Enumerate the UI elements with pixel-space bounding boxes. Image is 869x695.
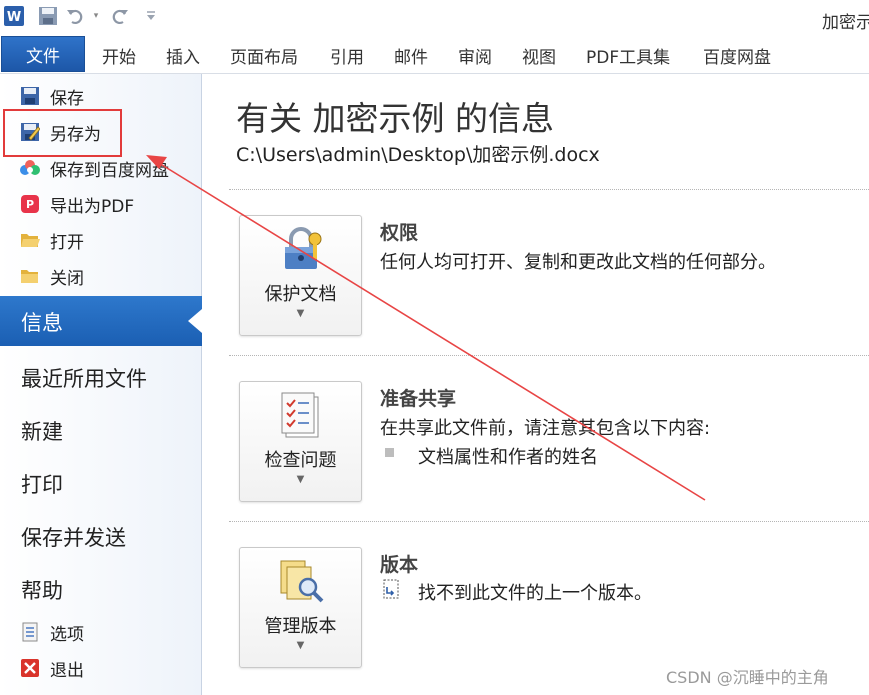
cmd-exit[interactable]: 退出	[18, 655, 84, 681]
file-path: C:\Users\admin\Desktop\加密示例.docx	[236, 144, 600, 166]
versions-description: 找不到此文件的上一个版本。	[418, 583, 652, 604]
pdf-icon: P	[18, 193, 42, 215]
prepare-sharing-title: 准备共享	[380, 388, 457, 410]
undo-dropdown-icon[interactable]: ▾	[90, 4, 102, 28]
exit-icon	[18, 657, 42, 679]
tab-file[interactable]: 文件	[1, 36, 85, 72]
manage-versions-icon	[276, 556, 326, 606]
tab-review[interactable]: 审阅	[458, 43, 492, 68]
nav-tab-save-send[interactable]: 保存并发送	[21, 522, 126, 552]
cmd-exit-label: 退出	[50, 660, 84, 681]
cmd-open-label: 打开	[50, 232, 84, 253]
chevron-down-icon: ▼	[296, 474, 305, 485]
nav-tab-print[interactable]: 打印	[21, 469, 63, 499]
tab-insert[interactable]: 插入	[166, 43, 200, 68]
selection-notch	[188, 309, 202, 333]
nav-tab-new[interactable]: 新建	[21, 416, 63, 446]
watermark: CSDN @沉睡中的主角	[666, 668, 829, 687]
undo-icon[interactable]	[64, 4, 86, 28]
bullet-square-icon	[385, 448, 394, 457]
cmd-save-to-baidu[interactable]: 保存到百度网盘	[18, 155, 169, 181]
title-bar: W ▾ 加密示	[0, 0, 869, 36]
ribbon-tab-bar: 文件 开始 插入 页面布局 引用 邮件 审阅 视图 PDF工具集 百度网盘	[0, 36, 869, 74]
permissions-description: 任何人均可打开、复制和更改此文档的任何部分。	[380, 252, 776, 273]
checklist-icon	[276, 390, 326, 440]
section-divider	[229, 355, 869, 356]
info-pane: 有关 加密示例 的信息 C:\Users\admin\Desktop\加密示例.…	[203, 74, 869, 695]
section-divider	[229, 521, 869, 522]
backstage-nav: 保存 另存为 保存到百度网盘 P 导出为PDF 打开 关闭 信息 最近所用文件 …	[0, 74, 202, 695]
cmd-save-label: 保存	[50, 88, 84, 109]
customize-toolbar-icon[interactable]	[140, 4, 162, 28]
check-for-issues-label: 检查问题	[264, 450, 337, 471]
cmd-open[interactable]: 打开	[18, 227, 84, 253]
permissions-title: 权限	[380, 222, 419, 244]
check-for-issues-button[interactable]: 检查问题 ▼	[239, 381, 362, 502]
manage-versions-label: 管理版本	[264, 616, 337, 637]
cmd-save-to-baidu-label: 保存到百度网盘	[50, 160, 169, 181]
cmd-close[interactable]: 关闭	[18, 263, 84, 289]
cmd-save[interactable]: 保存	[18, 83, 84, 109]
tab-page-layout[interactable]: 页面布局	[230, 43, 298, 68]
svg-text:P: P	[26, 198, 34, 211]
cmd-close-label: 关闭	[50, 268, 84, 289]
tab-view[interactable]: 视图	[522, 43, 556, 68]
cmd-export-pdf-label: 导出为PDF	[50, 196, 135, 217]
window-title: 加密示	[822, 13, 869, 33]
page-title: 有关 加密示例 的信息	[236, 99, 554, 138]
section-divider	[229, 189, 869, 190]
version-document-icon	[381, 579, 403, 601]
protect-document-label: 保护文档	[264, 284, 337, 305]
options-icon	[18, 621, 42, 643]
tab-mailings[interactable]: 邮件	[394, 43, 428, 68]
tab-references[interactable]: 引用	[330, 43, 364, 68]
word-logo-icon: W	[2, 4, 26, 28]
redo-icon[interactable]	[108, 4, 132, 28]
save-as-highlight-box	[3, 109, 122, 157]
tab-home[interactable]: 开始	[102, 43, 136, 68]
svg-text:W: W	[7, 10, 21, 25]
nav-tab-help[interactable]: 帮助	[21, 575, 63, 605]
chevron-down-icon: ▼	[296, 308, 305, 319]
quick-save-icon[interactable]	[36, 4, 60, 28]
prepare-sharing-description: 在共享此文件前，请注意其包含以下内容:	[380, 418, 711, 439]
lock-key-icon	[276, 224, 326, 274]
tab-pdf-tools[interactable]: PDF工具集	[586, 43, 670, 68]
cmd-options-label: 选项	[50, 624, 84, 645]
manage-versions-button[interactable]: 管理版本 ▼	[239, 547, 362, 668]
close-folder-icon	[18, 265, 42, 287]
cmd-options[interactable]: 选项	[18, 619, 84, 645]
nav-tab-info[interactable]: 信息	[0, 296, 202, 346]
chevron-down-icon: ▼	[296, 640, 305, 651]
properties-bullet: 文档属性和作者的姓名	[418, 447, 598, 468]
versions-title: 版本	[380, 554, 419, 576]
nav-tab-info-label: 信息	[21, 311, 63, 335]
protect-document-button[interactable]: 保护文档 ▼	[239, 215, 362, 336]
baidu-cloud-icon	[18, 157, 42, 179]
tab-baidu-netdisk[interactable]: 百度网盘	[703, 43, 771, 68]
cmd-export-pdf[interactable]: P 导出为PDF	[18, 191, 134, 217]
nav-tab-recent[interactable]: 最近所用文件	[21, 363, 147, 393]
save-icon	[18, 85, 42, 107]
open-folder-icon	[18, 229, 42, 251]
